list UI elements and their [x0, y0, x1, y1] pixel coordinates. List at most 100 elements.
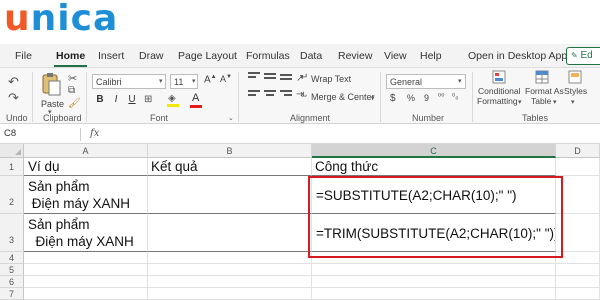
cell-a7[interactable] [24, 288, 148, 300]
insert-function-icon[interactable]: fx [90, 128, 99, 139]
cell-c1[interactable]: Công thức [312, 158, 556, 176]
fill-color-icon[interactable]: ◈ [168, 93, 176, 104]
tab-view[interactable]: View [384, 50, 407, 62]
font-color-icon[interactable]: A [192, 92, 199, 104]
font-name-dropdown-icon[interactable]: ▾ [159, 77, 163, 85]
cell-b3[interactable] [148, 214, 312, 252]
conditional-formatting-button[interactable]: Formatting [477, 96, 518, 106]
cell-a2[interactable]: Sản phẩm Điện máy XANH [24, 176, 148, 214]
number-format-select[interactable]: General [386, 74, 466, 89]
increase-decimal-icon[interactable]: ⁰⁰ [438, 92, 444, 101]
merge-center-icon[interactable]: ⇔ [299, 90, 309, 101]
cell-a1[interactable]: Ví dụ [24, 158, 148, 176]
row-header-7[interactable]: 7 [0, 288, 24, 300]
cell-styles-dropdown-icon[interactable]: ▾ [571, 98, 575, 106]
cell-c5[interactable] [312, 264, 556, 276]
font-name-select[interactable]: Calibri [92, 74, 166, 89]
cell-b5[interactable] [148, 264, 312, 276]
conditional-formatting-dropdown-icon[interactable]: ▾ [518, 98, 522, 106]
tab-home[interactable]: Home [53, 50, 88, 67]
cell-b2[interactable] [148, 176, 312, 214]
tab-file[interactable]: File [15, 50, 32, 62]
row-header-6[interactable]: 6 [0, 276, 24, 288]
conditional-formatting-label-line1[interactable]: Conditional [478, 86, 521, 96]
cell-b7[interactable] [148, 288, 312, 300]
paste-label[interactable]: Paste [41, 99, 64, 109]
conditional-formatting-icon[interactable] [492, 70, 506, 84]
grow-font-icon[interactable]: A▲ [204, 74, 217, 85]
glyph-line [264, 90, 276, 92]
column-header-a[interactable]: A [24, 144, 148, 158]
tab-draw[interactable]: Draw [139, 50, 164, 62]
font-size-dropdown-icon[interactable]: ▾ [192, 77, 196, 85]
column-header-d[interactable]: D [556, 144, 600, 158]
format-as-table-icon[interactable] [535, 70, 549, 84]
format-as-table-label-line1[interactable]: Format As [525, 86, 564, 96]
tab-page-layout[interactable]: Page Layout [178, 50, 237, 62]
clipboard-group-label: Clipboard [43, 113, 82, 123]
tab-help[interactable]: Help [420, 50, 442, 62]
row-header-3[interactable]: 3 [0, 214, 24, 252]
wrap-text-button[interactable]: Wrap Text [311, 74, 351, 84]
glyph-line [248, 94, 256, 96]
format-painter-icon[interactable]: 🖌 [68, 98, 81, 109]
group-divider [238, 72, 239, 122]
row-header-2[interactable]: 2 [0, 176, 24, 214]
glyph-line [280, 74, 292, 76]
cell-b4[interactable] [148, 252, 312, 264]
cell-c6[interactable] [312, 276, 556, 288]
font-group-label: Font [150, 113, 169, 123]
editing-mode-button[interactable]: ✎ Ed [566, 47, 600, 65]
row-header-4[interactable]: 4 [0, 252, 24, 264]
cut-icon[interactable]: ✂ [68, 72, 77, 85]
formula-highlight-box [308, 176, 563, 258]
copy-icon[interactable]: ⧉ [68, 85, 75, 96]
cell-styles-button[interactable]: Styles [564, 86, 587, 96]
percent-style-button[interactable]: % [407, 93, 415, 103]
tab-insert[interactable]: Insert [98, 50, 124, 62]
cell-b1[interactable]: Kết quả [148, 158, 312, 176]
select-all-button[interactable] [0, 144, 24, 158]
tab-data[interactable]: Data [300, 50, 322, 62]
paste-button[interactable] [40, 71, 62, 97]
cell-c7[interactable] [312, 288, 556, 300]
tab-review[interactable]: Review [338, 50, 372, 62]
cell-a3[interactable]: Sản phẩm Điện máy XANH [24, 214, 148, 252]
undo-icon[interactable]: ↶ [8, 74, 19, 90]
tables-group-label: Tables [522, 113, 549, 123]
name-box[interactable]: C8 [4, 128, 16, 139]
shrink-font-icon[interactable]: A▼ [220, 74, 232, 84]
bold-button[interactable]: B [94, 94, 106, 105]
wrap-text-icon[interactable]: ↵ [300, 72, 308, 83]
number-format-dropdown-icon[interactable]: ▾ [458, 77, 462, 85]
merge-center-button[interactable]: Merge & Center [311, 92, 375, 102]
font-dialog-launcher-icon[interactable]: ⌄ [228, 114, 234, 122]
tab-formulas[interactable]: Formulas [246, 50, 290, 62]
row-header-5[interactable]: 5 [0, 264, 24, 276]
open-in-desktop-app-button[interactable]: Open in Desktop App [468, 50, 567, 62]
column-header-b[interactable]: B [148, 144, 312, 158]
redo-icon[interactable]: ↷ [8, 90, 19, 106]
borders-icon[interactable]: ⊞ [144, 94, 152, 105]
merge-center-dropdown-icon[interactable]: ▾ [371, 94, 375, 102]
cell-b6[interactable] [148, 276, 312, 288]
cell-d1[interactable] [556, 158, 600, 176]
format-as-table-button[interactable]: Table [531, 96, 551, 106]
row-header-1[interactable]: 1 [0, 158, 24, 176]
currency-format-button[interactable]: $ [390, 93, 396, 104]
underline-button[interactable]: U [126, 94, 138, 105]
cell-a5[interactable] [24, 264, 148, 276]
cell-a4[interactable] [24, 252, 148, 264]
cell-styles-icon[interactable] [568, 70, 582, 84]
font-color-swatch [190, 105, 202, 108]
cell-a6[interactable] [24, 276, 148, 288]
italic-button[interactable]: I [110, 94, 122, 105]
cell-d6[interactable] [556, 276, 600, 288]
column-header-c[interactable]: C [312, 144, 556, 158]
format-as-table-dropdown-icon[interactable]: ▾ [553, 98, 557, 106]
cell-d5[interactable] [556, 264, 600, 276]
comma-style-button[interactable]: 9 [424, 93, 429, 103]
group-divider [472, 72, 473, 122]
cell-d7[interactable] [556, 288, 600, 300]
decrease-decimal-icon[interactable]: ⁰₀ [452, 92, 459, 101]
